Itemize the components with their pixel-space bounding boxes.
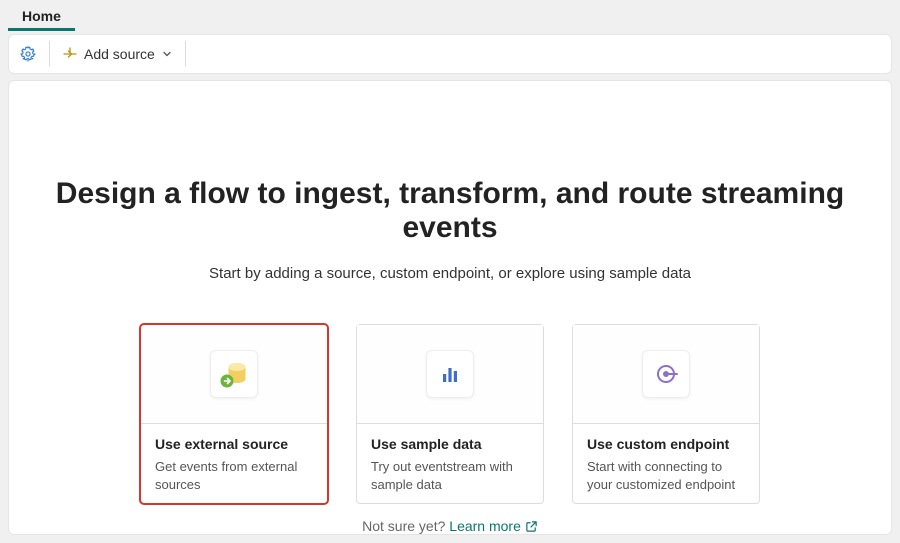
card-desc: Get events from external sources [155,458,313,493]
toolbar-divider [185,41,186,67]
card-body: Use custom endpoint Start with connectin… [573,424,759,503]
card-desc: Try out eventstream with sample data [371,458,529,493]
external-source-icon [210,350,258,398]
card-external-source[interactable]: Use external source Get events from exte… [140,324,328,504]
sample-data-icon [426,350,474,398]
chevron-down-icon [161,48,173,60]
card-title: Use sample data [371,436,529,452]
learn-more-row: Not sure yet? Learn more [9,518,891,534]
card-body: Use external source Get events from exte… [141,424,327,503]
card-desc: Start with connecting to your customized… [587,458,745,493]
add-source-label: Add source [84,46,155,62]
card-custom-endpoint[interactable]: Use custom endpoint Start with connectin… [572,324,760,504]
tab-home[interactable]: Home [8,2,75,31]
card-preview [357,325,543,424]
custom-endpoint-icon [642,350,690,398]
card-body: Use sample data Try out eventstream with… [357,424,543,503]
settings-icon[interactable] [19,45,37,63]
cards-row: Use external source Get events from exte… [9,324,891,504]
learn-more-link[interactable]: Learn more [449,518,538,534]
external-link-icon [525,520,538,533]
toolbar-divider [49,41,50,67]
card-title: Use external source [155,436,313,452]
card-title: Use custom endpoint [587,436,745,452]
page-title: Design a flow to ingest, transform, and … [49,177,851,245]
content-panel: Design a flow to ingest, transform, and … [8,80,892,535]
learn-more-label: Learn more [449,518,521,534]
page-subtitle: Start by adding a source, custom endpoin… [9,265,891,282]
toolbar: Add source [8,34,892,74]
card-preview [141,325,327,424]
tabs-bar: Home [0,0,900,30]
learn-more-prompt: Not sure yet? [362,518,445,534]
card-preview [573,325,759,424]
add-source-button[interactable]: Add source [62,46,185,62]
add-source-icon [62,46,78,62]
card-sample-data[interactable]: Use sample data Try out eventstream with… [356,324,544,504]
